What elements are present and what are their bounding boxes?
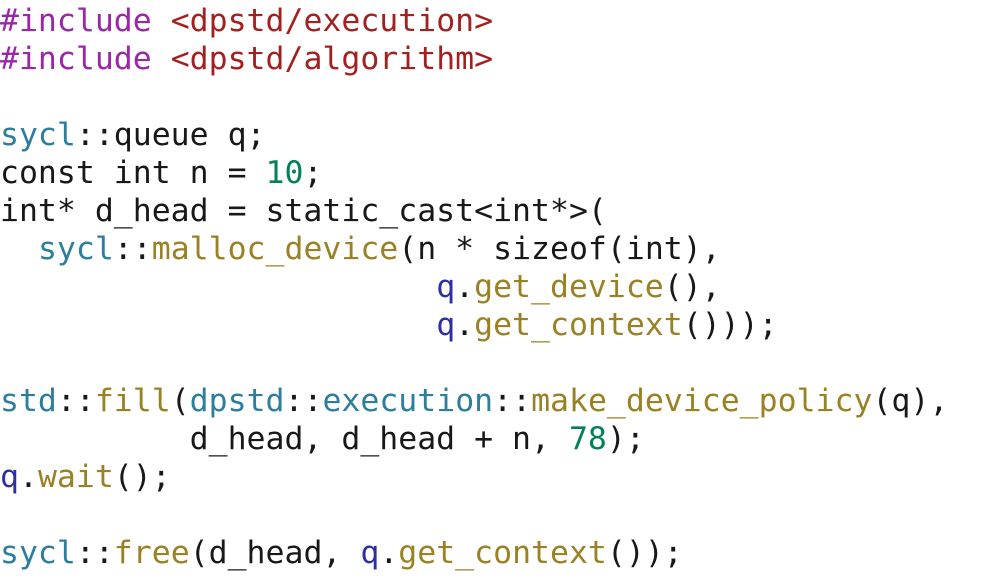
code-token: q <box>436 307 456 343</box>
code-line: const int n = 10; <box>0 154 1004 192</box>
code-listing: #include <dpstd/execution> #include <dpst… <box>0 0 1004 579</box>
code-token: . <box>379 535 399 571</box>
code-token: . <box>455 269 475 305</box>
code-token: 10 <box>265 155 304 191</box>
code-token: get_device <box>474 269 664 305</box>
code-token: :: <box>75 535 114 571</box>
code-token: std <box>0 383 57 419</box>
code-token: sycl <box>37 231 114 267</box>
code-token: ); <box>606 421 645 457</box>
code-token: (); <box>113 459 171 495</box>
code-token: d_head, d_head + n, <box>0 421 569 457</box>
code-line: #include <dpstd/algorithm> <box>0 40 1004 78</box>
code-token: make_device_policy <box>531 383 873 419</box>
code-token: sycl <box>0 117 76 153</box>
code-token: <dpstd/algorithm> <box>170 41 494 77</box>
code-token: ; <box>303 155 323 191</box>
code-token: #include <box>0 41 152 77</box>
code-token: const int n = <box>0 155 266 191</box>
code-token: :: <box>56 383 95 419</box>
code-token: (), <box>663 269 721 305</box>
code-token: sycl <box>0 535 76 571</box>
code-line: sycl::malloc_device(n * sizeof(int), <box>0 230 1004 268</box>
code-token: ())); <box>682 307 778 343</box>
code-token: fill <box>94 383 171 419</box>
code-line: int* d_head = static_cast<int*>( <box>0 192 1004 230</box>
code-token: free <box>113 535 190 571</box>
code-token: q <box>436 269 456 305</box>
code-token: . <box>455 307 475 343</box>
code-token: q <box>360 535 380 571</box>
code-token: (n * sizeof(int), <box>398 231 721 267</box>
code-token: get_context <box>398 535 607 571</box>
code-token: #include <box>0 3 152 39</box>
code-token: (q), <box>872 383 949 419</box>
code-token: q <box>0 459 19 495</box>
code-token: malloc_device <box>151 231 399 267</box>
code-token: ( <box>170 383 190 419</box>
code-token: (d_head, <box>189 535 361 571</box>
code-line: q.get_context())); <box>0 306 1004 344</box>
code-line: std::fill(dpstd::execution::make_device_… <box>0 382 1004 420</box>
code-line: sycl::free(d_head, q.get_context()); <box>0 534 1004 572</box>
code-token: :: <box>113 231 152 267</box>
code-token: :: <box>493 383 532 419</box>
code-line: #include <dpstd/execution> <box>0 2 1004 40</box>
code-line: sycl::queue q; <box>0 116 1004 154</box>
code-token: int* d_head = static_cast<int*>( <box>0 193 607 229</box>
code-token: <dpstd/execution> <box>170 3 494 39</box>
code-token: ()); <box>606 535 683 571</box>
code-token: dpstd <box>189 383 285 419</box>
code-line: q.get_device(), <box>0 268 1004 306</box>
code-token: :: <box>284 383 323 419</box>
code-token: wait <box>37 459 114 495</box>
code-line: q.wait(); <box>0 458 1004 496</box>
code-token: 78 <box>568 421 607 457</box>
code-token: execution <box>322 383 494 419</box>
code-token: . <box>18 459 38 495</box>
code-line: d_head, d_head + n, 78); <box>0 420 1004 458</box>
code-token: get_context <box>474 307 683 343</box>
code-token: ::queue q; <box>75 117 266 153</box>
